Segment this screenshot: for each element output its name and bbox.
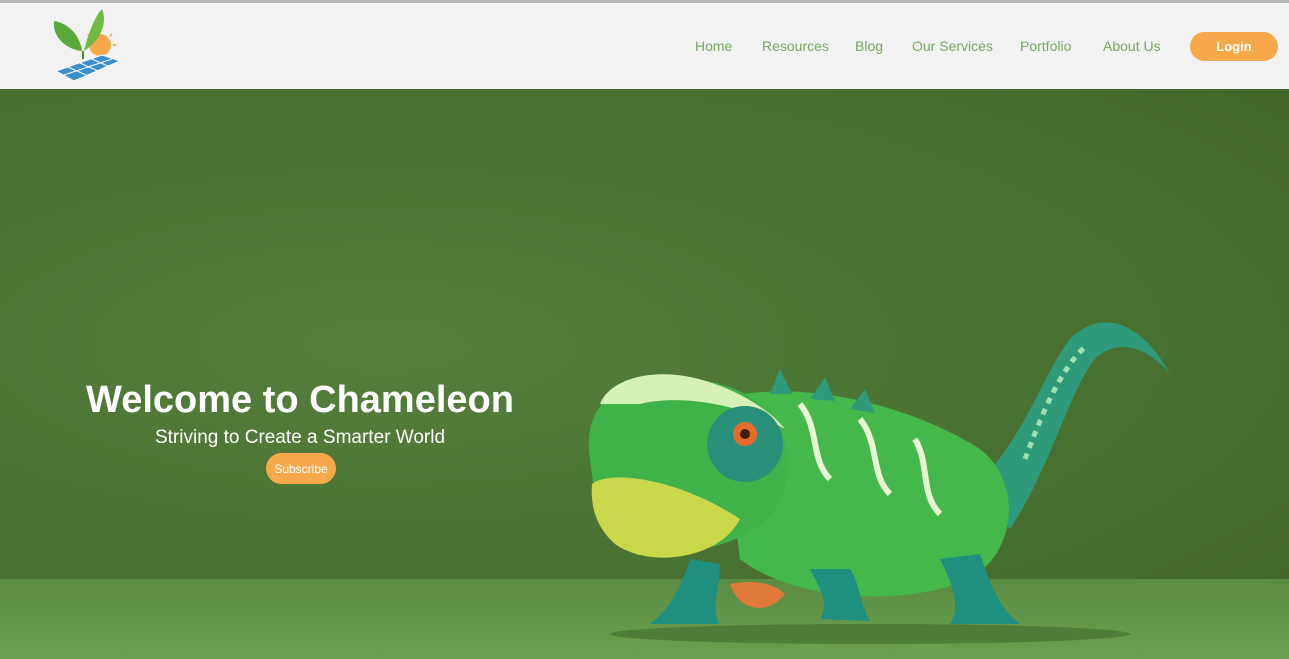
- nav-blog[interactable]: Blog: [855, 38, 883, 54]
- hero-subtitle: Striving to Create a Smarter World: [154, 427, 446, 448]
- login-button[interactable]: Login: [1190, 32, 1278, 61]
- site-header: Home Resources Blog Our Services Portfol…: [0, 3, 1289, 89]
- main-nav: Home Resources Blog Our Services Portfol…: [0, 3, 1289, 89]
- nav-portfolio[interactable]: Portfolio: [1020, 38, 1071, 54]
- subscribe-button[interactable]: Subscribe: [266, 453, 336, 484]
- nav-home[interactable]: Home: [695, 38, 732, 54]
- nav-about-us[interactable]: About Us: [1103, 38, 1161, 54]
- hero-title: Welcome to Chameleon: [86, 379, 514, 421]
- hero-section: Welcome to Chameleon Striving to Create …: [0, 89, 1289, 659]
- nav-our-services[interactable]: Our Services: [912, 38, 993, 54]
- nav-resources[interactable]: Resources: [762, 38, 829, 54]
- chameleon-illustration: [588, 322, 1170, 644]
